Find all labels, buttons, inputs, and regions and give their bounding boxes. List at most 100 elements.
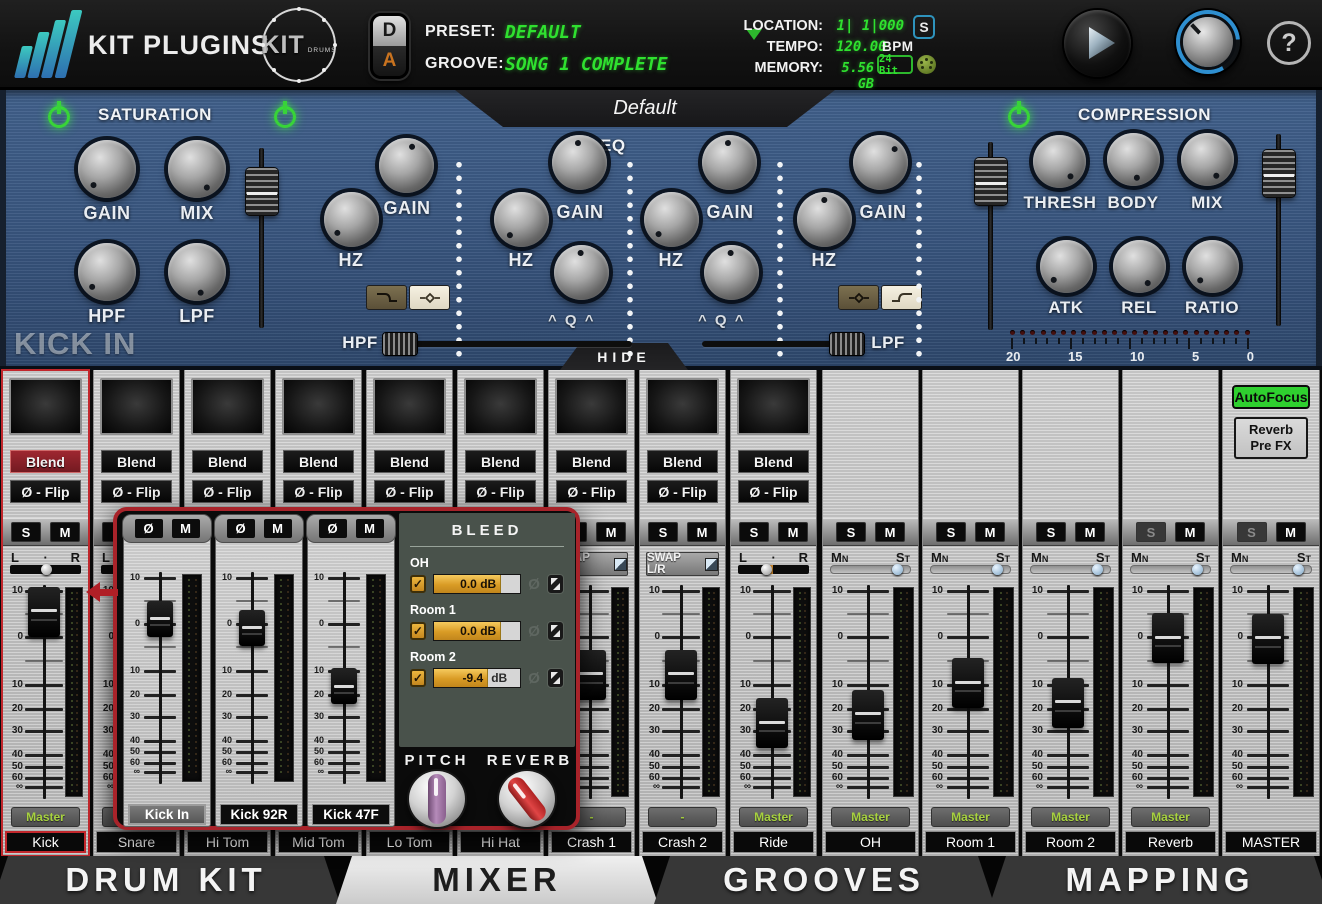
mono-stereo-handle[interactable] [992,564,1003,575]
fader-handle[interactable] [147,601,173,637]
fader-handle[interactable] [1152,613,1184,663]
channel-name-label[interactable]: Room 1 [925,831,1016,853]
popup-strip-name[interactable]: Kick In [128,804,206,825]
channel-name-label[interactable]: Crash 1 [551,831,632,853]
eq-band4-hz-knob[interactable] [797,192,852,247]
eq-band1-shelf-button[interactable] [366,285,407,310]
mute-button[interactable]: M [356,519,384,538]
mute-button[interactable]: M [687,522,717,542]
blend-button[interactable]: Blend [647,450,718,473]
popup-strip-name[interactable]: Kick 92R [220,804,298,825]
bleed-room1-checkbox[interactable]: ✓ [410,622,426,640]
channel-name-label[interactable]: Crash 2 [642,831,723,853]
saturation-lpf-knob[interactable] [168,243,226,301]
eq-band1-gain-knob[interactable] [379,138,434,193]
autofocus-button[interactable]: AutoFocus [1232,385,1310,409]
fader-handle[interactable] [1252,614,1284,664]
digital-analog-switch[interactable]: D A [370,13,409,79]
saturation-hpf-knob[interactable] [78,243,136,301]
phase-flip-button[interactable]: Ø - Flip [10,480,81,503]
solo-button[interactable]: S [648,522,678,542]
eq-power-button[interactable] [274,106,296,128]
bleed-room1-phase-icon[interactable]: Ø [528,623,540,640]
channel-name-label[interactable]: Lo Tom [369,831,450,853]
solo-button[interactable]: S [739,522,769,542]
groove-value[interactable]: SONG 1 COMPLETE [505,54,668,75]
blend-button[interactable]: Blend [10,450,81,473]
eq-band2-hz-knob[interactable] [494,192,549,247]
solo-button[interactable]: S [11,522,41,542]
phase-flip-button[interactable]: Ø - Flip [465,480,536,503]
bleed-room2-phase-icon[interactable]: Ø [528,670,540,687]
compression-body-knob[interactable] [1107,133,1160,186]
fader-handle[interactable] [239,610,265,646]
fx-preset-tab[interactable]: Default [455,90,835,127]
phase-button[interactable]: Ø [135,519,163,538]
solo-button[interactable]: S [1136,522,1166,542]
blend-button[interactable]: Blend [192,450,263,473]
mute-button[interactable]: M [172,519,200,538]
phase-button[interactable]: Ø [227,519,255,538]
blend-button[interactable]: Blend [374,450,445,473]
tab-mixer[interactable]: MIXER [336,856,658,904]
mute-button[interactable]: M [778,522,808,542]
help-button[interactable]: ? [1267,21,1311,65]
output-routing-button[interactable]: Master [11,807,80,827]
eq-band3-q-knob[interactable] [704,245,759,300]
reverb-prefx-button[interactable]: ReverbPre FX [1234,417,1308,459]
output-routing-button[interactable]: Master [1131,807,1210,827]
saturation-gain-knob[interactable] [78,140,136,198]
fader[interactable]: 100102030405060∞ [1023,580,1118,806]
blend-button[interactable]: Blend [738,450,809,473]
channel-name-label[interactable]: OH [825,831,916,853]
fader-handle[interactable] [665,650,697,700]
compression-rel-knob[interactable] [1113,240,1166,293]
fader[interactable]: 100102030405060∞ [823,580,918,806]
fader-handle[interactable] [1052,678,1084,728]
bleed-oh-value-bar[interactable]: 0.0 dB [433,574,521,594]
phase-flip-button[interactable]: Ø - Flip [283,480,354,503]
phase-button[interactable]: Ø [319,519,347,538]
fader[interactable]: 100102030405060∞ [1223,580,1319,806]
fader[interactable]: 100102030405060∞ [923,580,1018,806]
channel-name-label[interactable]: Kick [5,831,86,853]
preset-value[interactable]: DEFAULT [505,22,581,43]
bleed-room2-checkbox[interactable]: ✓ [410,669,426,687]
compression-mix-knob[interactable] [1181,133,1234,186]
pan-handle[interactable] [41,564,52,575]
mute-button[interactable]: M [1276,522,1306,542]
bleed-room2-route-icon[interactable] [547,668,564,688]
digital-option[interactable]: D [373,16,406,46]
saturation-power-button[interactable] [48,106,70,128]
output-routing-button[interactable]: Master [831,807,910,827]
master-volume-knob[interactable] [1176,10,1240,74]
fader-handle[interactable] [756,698,788,748]
mute-button[interactable]: M [1075,522,1105,542]
blend-button[interactable]: Blend [283,450,354,473]
analog-option[interactable]: A [373,46,406,76]
eq-hpf-handle[interactable] [383,333,417,355]
eq-band1-bell-button[interactable] [409,285,450,310]
phase-flip-button[interactable]: Ø - Flip [738,480,809,503]
blend-button[interactable]: Blend [556,450,627,473]
eq-band2-gain-knob[interactable] [552,135,607,190]
phase-flip-button[interactable]: Ø - Flip [556,480,627,503]
mute-button[interactable]: M [1175,522,1205,542]
mono-stereo-slider[interactable] [930,565,1011,574]
hide-button[interactable]: HIDE [560,343,688,370]
fader[interactable]: 100102030405060∞ [3,580,88,806]
sync-badge[interactable]: S [913,15,935,39]
eq-band4-gain-knob[interactable] [853,135,908,190]
mono-stereo-handle[interactable] [892,564,903,575]
mute-button[interactable]: M [875,522,905,542]
compression-thresh-knob[interactable] [1033,135,1086,188]
output-routing-button[interactable]: - [648,807,717,827]
fader[interactable]: 100102030405060∞ [216,545,302,803]
mono-stereo-handle[interactable] [1092,564,1103,575]
solo-button[interactable]: S [1036,522,1066,542]
channel-name-label[interactable]: Hi Hat [460,831,541,853]
fader[interactable]: 100102030405060∞ [1123,580,1218,806]
compression-ratio-knob[interactable] [1186,240,1239,293]
solo-button[interactable]: S [1237,522,1267,542]
mute-button[interactable]: M [975,522,1005,542]
